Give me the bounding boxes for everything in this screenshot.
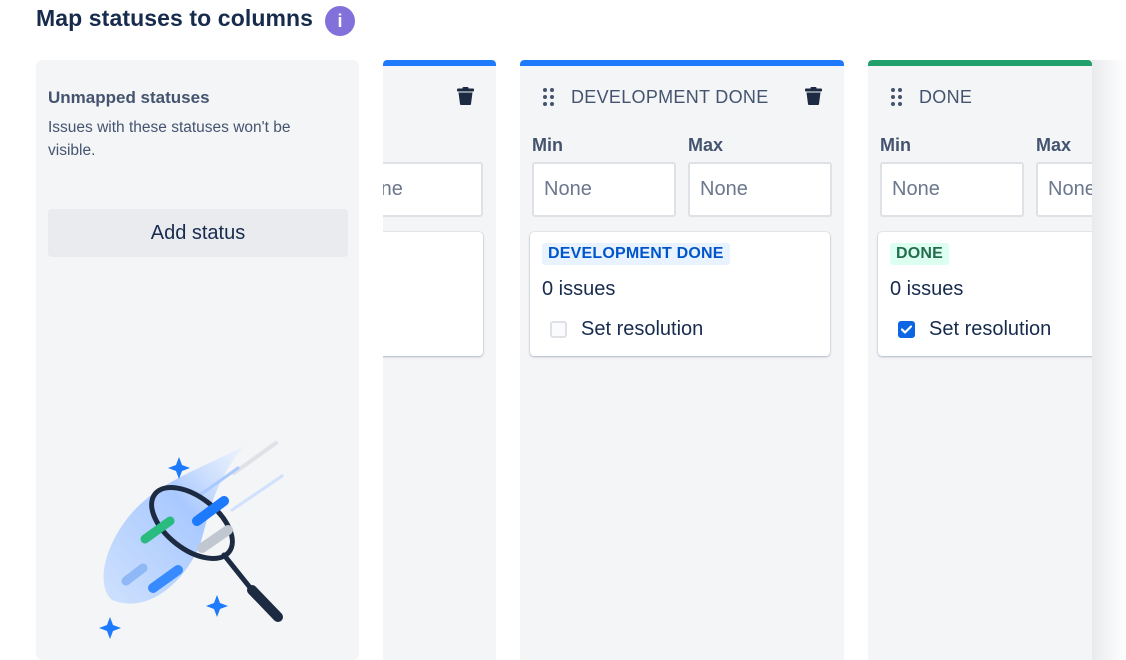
- set-resolution-checkbox[interactable]: [550, 320, 567, 338]
- min-label: Min: [532, 135, 563, 155]
- column-accent-bar: [868, 60, 1092, 66]
- unmapped-statuses-title: Unmapped statuses: [48, 88, 210, 107]
- board-column-done: DONE Min Max DONE 0 issues Set resolutio…: [868, 60, 1092, 660]
- board-column-development-done: DEVELOPMENT DONE Min Max DEVELOPMENT DON…: [520, 60, 844, 660]
- trash-icon[interactable]: [457, 87, 474, 105]
- issue-count: 0 issues: [542, 278, 616, 300]
- min-input[interactable]: [880, 162, 1024, 217]
- min-input[interactable]: [532, 162, 676, 217]
- status-card-development-done[interactable]: DEVELOPMENT DONE 0 issues Set resolution: [530, 232, 830, 356]
- add-status-button[interactable]: Add status: [48, 209, 348, 257]
- set-resolution-label: Set resolution: [929, 317, 1052, 340]
- issue-count: 0 issues: [890, 278, 964, 300]
- column-name[interactable]: DONE: [919, 87, 972, 108]
- column-name[interactable]: DEVELOPMENT DONE: [571, 87, 769, 108]
- max-label: Max: [1036, 135, 1072, 155]
- min-label: Min: [880, 135, 911, 155]
- set-resolution-checkbox[interactable]: [898, 320, 915, 338]
- set-resolution-label: Set resolution: [581, 317, 704, 340]
- set-resolution-checkbox-row[interactable]: Set resolution: [550, 316, 703, 342]
- max-input[interactable]: [383, 162, 483, 217]
- status-card-done[interactable]: DONE 0 issues Set resolution: [878, 232, 1092, 356]
- set-resolution-checkbox-row[interactable]: Set resolution: [898, 316, 1051, 342]
- column-accent-bar: [383, 60, 496, 66]
- page-title: Map statuses to columns: [36, 5, 314, 31]
- drag-handle-icon[interactable]: [542, 87, 556, 107]
- max-input[interactable]: [688, 162, 832, 217]
- max-input[interactable]: [1036, 162, 1092, 217]
- column-header: DONE: [868, 87, 1092, 111]
- board-column-partial: [383, 60, 496, 660]
- max-label: Max: [688, 135, 724, 155]
- trash-icon[interactable]: [805, 87, 822, 105]
- status-lozenge: DONE: [890, 243, 950, 265]
- column-header: [383, 87, 496, 111]
- unmapped-statuses-description: Issues with these statuses won't be visi…: [48, 119, 291, 159]
- column-header: DEVELOPMENT DONE: [520, 87, 844, 111]
- checkmark-icon: [901, 324, 912, 334]
- badminton-racket-illustration: [99, 441, 284, 639]
- column-accent-bar: [520, 60, 844, 66]
- info-icon[interactable]: i: [325, 6, 355, 36]
- drag-handle-icon[interactable]: [890, 87, 904, 107]
- status-card[interactable]: [383, 232, 483, 356]
- horizontal-scroll-fade: [1092, 60, 1126, 660]
- status-lozenge: DEVELOPMENT DONE: [542, 243, 730, 265]
